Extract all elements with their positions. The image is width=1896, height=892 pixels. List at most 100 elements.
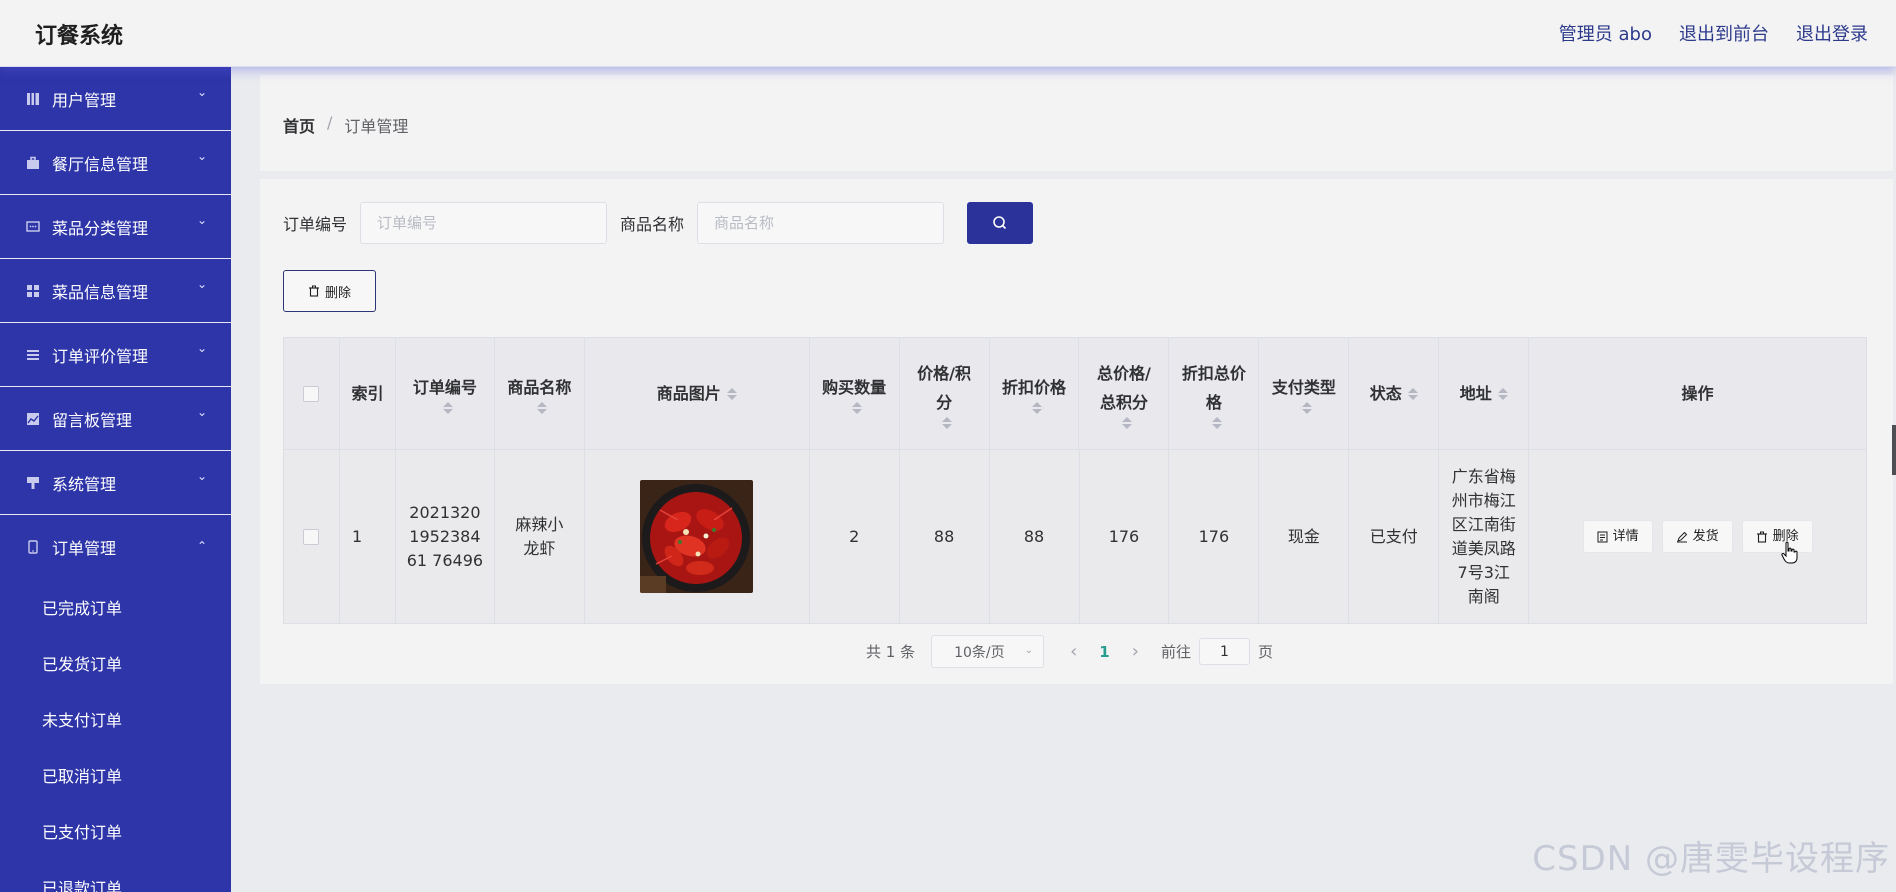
page-scrollbar[interactable] <box>1892 425 1896 475</box>
page-number-current[interactable]: 1 <box>1099 643 1109 661</box>
actions-cell: 详情 发货 删除 <box>1529 450 1866 623</box>
prev-page-icon[interactable]: ‹ <box>1070 641 1077 662</box>
search-bar: 订单编号 商品名称 <box>283 202 1034 244</box>
col-pay-type[interactable]: 支付类型 <box>1259 338 1350 449</box>
chevron-down-icon: ⌄ <box>196 213 207 227</box>
sort-icon[interactable] <box>1497 387 1508 400</box>
sidebar-item-users[interactable]: 用户管理 ⌄ <box>0 67 231 131</box>
column-header: 状态 <box>1369 384 1402 403</box>
quantity-cell: 2 <box>810 450 900 623</box>
col-product-name[interactable]: 商品名称 <box>495 338 585 449</box>
column-header: 总价格/总积分 <box>1097 363 1151 412</box>
detail-button[interactable]: 详情 <box>1582 520 1653 553</box>
product-name-cell: 麻辣小龙虾 <box>495 450 585 623</box>
sidebar-item-system[interactable]: 系统管理 ⌄ <box>0 451 231 515</box>
order-no-input[interactable] <box>360 202 608 244</box>
sort-icon[interactable] <box>1032 402 1043 414</box>
brush-icon <box>25 475 41 491</box>
select-all-checkbox[interactable] <box>303 385 320 402</box>
product-name-label: 商品名称 <box>620 215 685 234</box>
chevron-down-icon: ⌄ <box>196 469 207 483</box>
ship-button[interactable]: 发货 <box>1661 520 1733 553</box>
sort-icon[interactable] <box>1407 387 1418 400</box>
sidebar-subitem-refunded[interactable]: 已退款订单 <box>0 859 231 892</box>
col-address[interactable]: 地址 <box>1439 338 1530 449</box>
product-image-cell <box>585 450 810 623</box>
crayfish-image[interactable] <box>640 480 754 593</box>
col-discount-total[interactable]: 折扣总价格 <box>1169 338 1260 449</box>
sidebar-item-order-review[interactable]: 订单评价管理 ⌄ <box>0 323 231 387</box>
col-order-no[interactable]: 订单编号 <box>396 338 495 449</box>
chevron-down-icon: ⌄ <box>196 405 207 419</box>
table-row: 1 2021320195238461 76496 麻辣小龙虾 2 88 88 1… <box>284 450 1866 623</box>
sort-icon[interactable] <box>1211 416 1222 429</box>
chevron-down-icon: ⌄ <box>196 341 207 355</box>
detail-button-label: 详情 <box>1612 528 1639 544</box>
sidebar-subitem-cancelled[interactable]: 已取消订单 <box>0 747 231 803</box>
delete-row-button[interactable]: 删除 <box>1741 520 1813 553</box>
select-all-cell <box>284 338 340 449</box>
order-no-label: 订单编号 <box>283 215 348 234</box>
sort-icon[interactable] <box>442 402 453 414</box>
sort-icon[interactable] <box>942 416 953 429</box>
col-index: 索引 <box>340 338 396 449</box>
page-size-value: 10条/页 <box>954 644 1005 661</box>
breadcrumb-card: 首页 / 订单管理 <box>260 75 1893 171</box>
col-product-image[interactable]: 商品图片 <box>585 338 810 449</box>
header-links: 管理员 abo 退出到前台 退出登录 <box>1559 20 1868 46</box>
sort-icon[interactable] <box>1301 402 1312 414</box>
page-size-select[interactable]: 10条/页 ⌄ <box>931 635 1045 668</box>
sidebar-item-message-board[interactable]: 留言板管理 ⌄ <box>0 387 231 451</box>
sort-icon[interactable] <box>537 402 548 414</box>
order-no-cell: 2021320195238461 76496 <box>396 450 495 623</box>
exit-to-frontend-link[interactable]: 退出到前台 <box>1679 20 1769 46</box>
sidebar-subitem-unpaid[interactable]: 未支付订单 <box>0 691 231 747</box>
goto-label: 前往 <box>1160 643 1191 661</box>
index-cell: 1 <box>340 450 396 623</box>
pagination-total: 共 1 条 <box>866 643 916 661</box>
sidebar-item-label: 菜品信息管理 <box>52 282 149 302</box>
sort-icon[interactable] <box>852 402 863 414</box>
goto-page-input[interactable] <box>1198 638 1250 665</box>
phone-icon <box>25 539 41 555</box>
product-name-input[interactable] <box>697 202 945 244</box>
col-total[interactable]: 总价格/总积分 <box>1079 338 1170 449</box>
sidebar-item-dish-info[interactable]: 菜品信息管理 ⌄ <box>0 259 231 323</box>
search-button[interactable] <box>967 202 1034 244</box>
sidebar-item-dish-category[interactable]: 菜品分类管理 ⌄ <box>0 195 231 259</box>
column-header: 商品名称 <box>507 378 572 397</box>
col-status[interactable]: 状态 <box>1349 338 1440 449</box>
admin-user-link[interactable]: 管理员 abo <box>1559 20 1652 46</box>
trash-icon <box>308 285 319 297</box>
breadcrumb-home[interactable]: 首页 <box>283 113 315 137</box>
column-header: 商品图片 <box>656 384 721 403</box>
book-icon <box>25 91 41 107</box>
address-cell: 广东省梅州市梅江区江南街道美凤路7号3江南阁 <box>1439 450 1530 623</box>
chevron-up-icon: ⌃ <box>196 539 207 553</box>
picture-icon <box>25 411 41 427</box>
pay-type-cell: 现金 <box>1259 450 1350 623</box>
logout-link[interactable]: 退出登录 <box>1796 20 1868 46</box>
sidebar-item-restaurant[interactable]: 餐厅信息管理 ⌄ <box>0 131 231 195</box>
breadcrumb-separator: / <box>327 113 333 132</box>
sidebar-subitem-shipped[interactable]: 已发货订单 <box>0 635 231 691</box>
sidebar-item-label: 订单管理 <box>52 539 117 558</box>
chevron-down-icon: ⌄ <box>196 149 207 163</box>
sidebar-item-orders[interactable]: 订单管理 ⌃ <box>0 515 231 579</box>
chevron-down-icon: ⌄ <box>196 85 207 99</box>
price-cell: 88 <box>900 450 990 623</box>
col-price[interactable]: 价格/积分 <box>900 338 990 449</box>
sort-icon[interactable] <box>726 387 737 400</box>
total-cell: 176 <box>1080 450 1170 623</box>
sidebar-subitem-paid[interactable]: 已支付订单 <box>0 803 231 859</box>
sidebar-subitem-completed[interactable]: 已完成订单 <box>0 579 231 635</box>
col-discount-price[interactable]: 折扣价格 <box>990 338 1080 449</box>
col-quantity[interactable]: 购买数量 <box>810 338 900 449</box>
next-page-icon[interactable]: › <box>1132 641 1139 662</box>
sort-icon[interactable] <box>1121 416 1132 429</box>
search-icon <box>993 216 1007 230</box>
batch-delete-button[interactable]: 删除 <box>283 270 376 312</box>
row-checkbox[interactable] <box>303 528 320 545</box>
sidebar-item-label: 订单评价管理 <box>52 346 149 366</box>
orders-table: 索引 订单编号 商品名称 商品图片 购买数量 价格/积分 折扣价格 总价格/总积… <box>283 337 1867 624</box>
